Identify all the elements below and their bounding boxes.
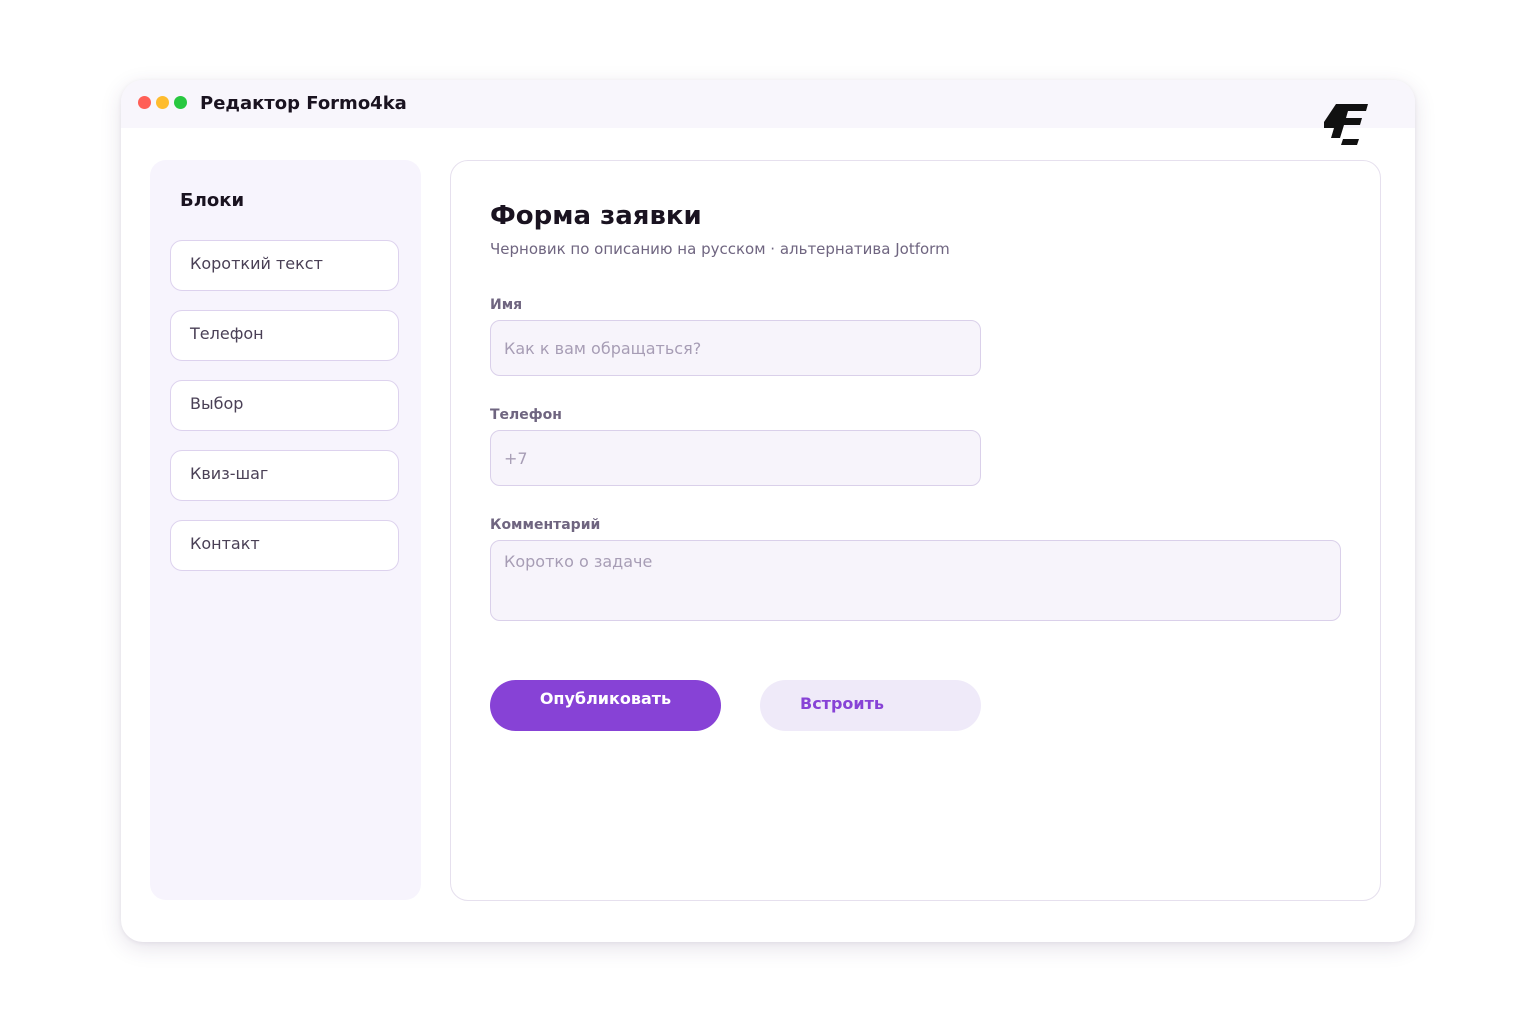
page-title: Форма заявки — [490, 201, 702, 231]
sidebar-item-label: Короткий текст — [190, 254, 323, 273]
sidebar-item-label: Контакт — [190, 534, 260, 553]
embed-button[interactable]: Встроить — [760, 680, 981, 731]
app-window: Редактор Formo4ka Блоки Короткий текст Т… — [121, 80, 1415, 942]
publish-button-label: Опубликовать — [539, 689, 672, 708]
blocks-sidebar: Блоки Короткий текст Телефон Выбор Квиз-… — [150, 160, 421, 900]
minimize-window-button[interactable] — [156, 96, 169, 109]
name-label: Имя — [490, 297, 523, 313]
close-window-button[interactable] — [138, 96, 151, 109]
formo4ka-logo-icon — [1324, 104, 1368, 145]
comment-textarea[interactable] — [490, 540, 1341, 621]
embed-button-label: Встроить — [800, 694, 884, 713]
phone-input[interactable] — [490, 430, 981, 486]
form-canvas: Форма заявки Черновик по описанию на рус… — [450, 160, 1381, 901]
window-title: Редактор Formo4ka — [200, 93, 407, 114]
sidebar-item-phone[interactable]: Телефон — [170, 310, 399, 361]
phone-label: Телефон — [490, 407, 562, 423]
sidebar-item-label: Телефон — [190, 324, 264, 343]
sidebar-title: Блоки — [180, 190, 245, 211]
publish-button[interactable]: Опубликовать — [490, 680, 721, 731]
title-bar: Редактор Formo4ka — [121, 80, 1415, 128]
maximize-window-button[interactable] — [174, 96, 187, 109]
sidebar-item-label: Выбор — [190, 394, 244, 413]
name-input[interactable] — [490, 320, 981, 376]
comment-label: Комментарий — [490, 517, 601, 533]
sidebar-item-choice[interactable]: Выбор — [170, 380, 399, 431]
page-subtitle: Черновик по описанию на русском · альтер… — [490, 240, 950, 258]
sidebar-item-contact[interactable]: Контакт — [170, 520, 399, 571]
sidebar-item-quiz-step[interactable]: Квиз-шаг — [170, 450, 399, 501]
sidebar-item-short-text[interactable]: Короткий текст — [170, 240, 399, 291]
sidebar-item-label: Квиз-шаг — [190, 464, 269, 483]
